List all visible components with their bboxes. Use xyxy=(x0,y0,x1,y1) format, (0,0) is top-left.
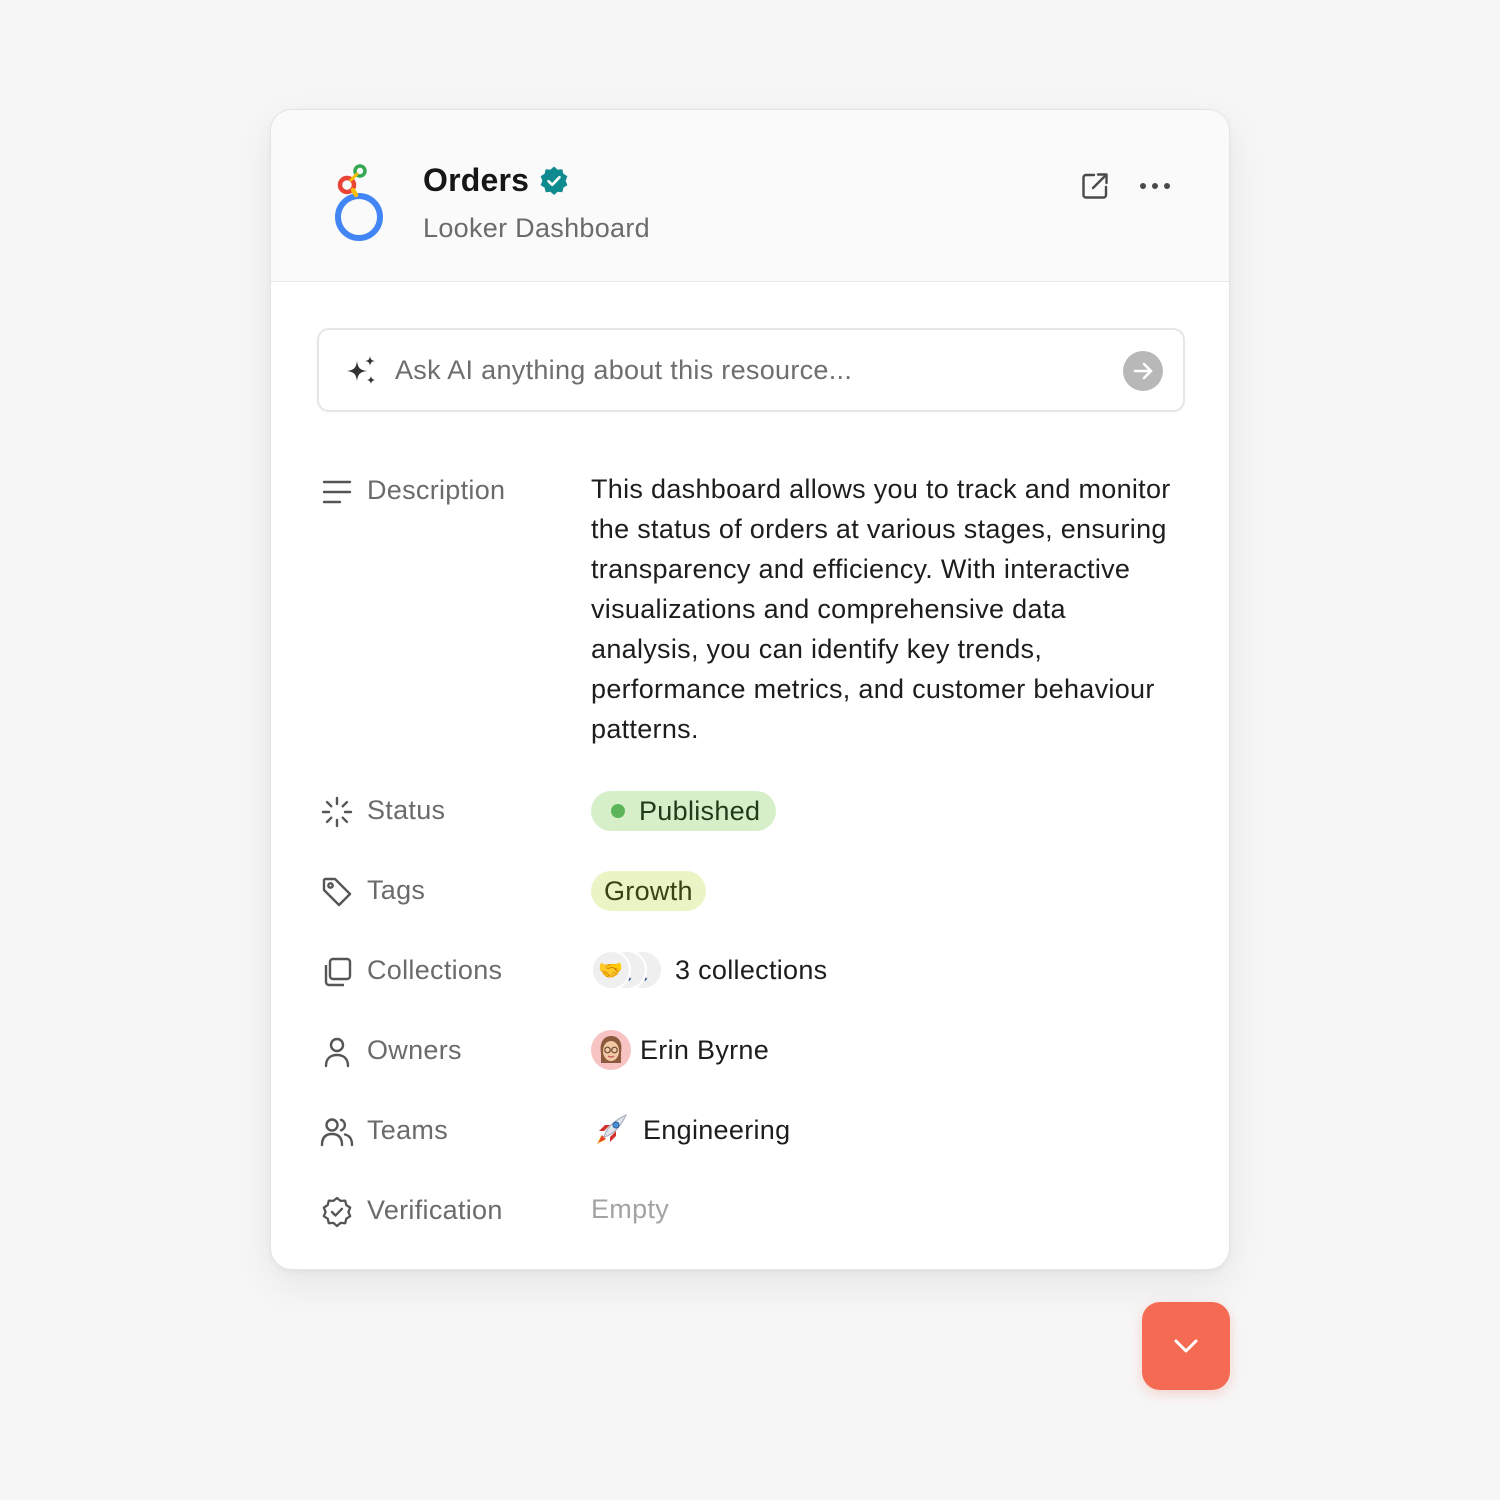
resource-card: Orders Looker Dashboard Ask AI anything … xyxy=(270,109,1230,1270)
status-text: Published xyxy=(639,795,761,826)
looker-logo-icon xyxy=(335,164,383,241)
tag-icon xyxy=(322,877,352,907)
chevron-down-icon xyxy=(1174,1339,1198,1353)
team-name: Engineering xyxy=(643,1114,791,1145)
more-options-button[interactable] xyxy=(1137,168,1173,204)
property-status: Status Published xyxy=(319,791,1189,834)
external-link-icon xyxy=(1082,173,1108,199)
property-owners: Owners Erin Byrne xyxy=(319,1030,1189,1074)
team-chip[interactable]: Engineering xyxy=(591,1110,790,1150)
collections-link[interactable]: 🤝 🚶 🚶 3 collections xyxy=(591,950,827,990)
property-description: Description This dashboard allows you to… xyxy=(319,474,1189,754)
property-verification: Verification Empty xyxy=(319,1194,1189,1234)
verified-badge-icon xyxy=(540,166,568,195)
lines-icon xyxy=(322,480,352,504)
rocket-icon xyxy=(591,1110,631,1150)
arrow-right-icon xyxy=(1133,362,1153,380)
property-label: Status xyxy=(367,795,446,825)
resource-type: Looker Dashboard xyxy=(423,213,650,243)
open-external-button[interactable] xyxy=(1077,168,1113,204)
more-horizontal-icon xyxy=(1140,183,1170,189)
status-badge[interactable]: Published xyxy=(591,791,777,831)
collapse-button[interactable] xyxy=(1142,1302,1230,1390)
ask-ai-box xyxy=(317,328,1185,412)
collections-icon xyxy=(324,957,352,987)
property-tags: Tags Growth xyxy=(319,871,1189,914)
verification-icon xyxy=(322,1196,352,1228)
status-dot xyxy=(611,804,625,818)
owner-chip[interactable]: Erin Byrne xyxy=(591,1030,769,1070)
verification-value[interactable]: Empty xyxy=(591,1194,669,1225)
property-label: Description xyxy=(367,475,506,505)
loader-icon xyxy=(321,796,353,828)
collection-avatar: 🤝 xyxy=(591,950,631,990)
ask-ai-input[interactable] xyxy=(395,348,1095,392)
description-text[interactable]: This dashboard allows you to track and m… xyxy=(591,469,1171,749)
property-collections: Collections 🤝 🚶 🚶 3 collections xyxy=(319,950,1189,994)
users-icon xyxy=(320,1118,354,1147)
property-teams: Teams Engineering xyxy=(319,1113,1189,1154)
sparkle-icon xyxy=(347,356,375,384)
property-label: Collections xyxy=(367,955,503,985)
avatar xyxy=(591,1030,631,1070)
user-icon xyxy=(324,1037,350,1068)
resource-title: Orders xyxy=(423,162,530,198)
property-label: Teams xyxy=(367,1115,449,1145)
owner-name: Erin Byrne xyxy=(640,1034,770,1065)
title-row: Orders xyxy=(423,162,570,199)
ask-ai-submit-button[interactable] xyxy=(1123,351,1163,391)
tag-badge[interactable]: Growth xyxy=(591,871,706,911)
property-label: Tags xyxy=(367,875,426,905)
card-header: Orders Looker Dashboard xyxy=(271,110,1229,282)
property-label: Owners xyxy=(367,1035,462,1065)
property-label: Verification xyxy=(367,1195,503,1225)
collections-count: 3 collections xyxy=(675,954,828,985)
